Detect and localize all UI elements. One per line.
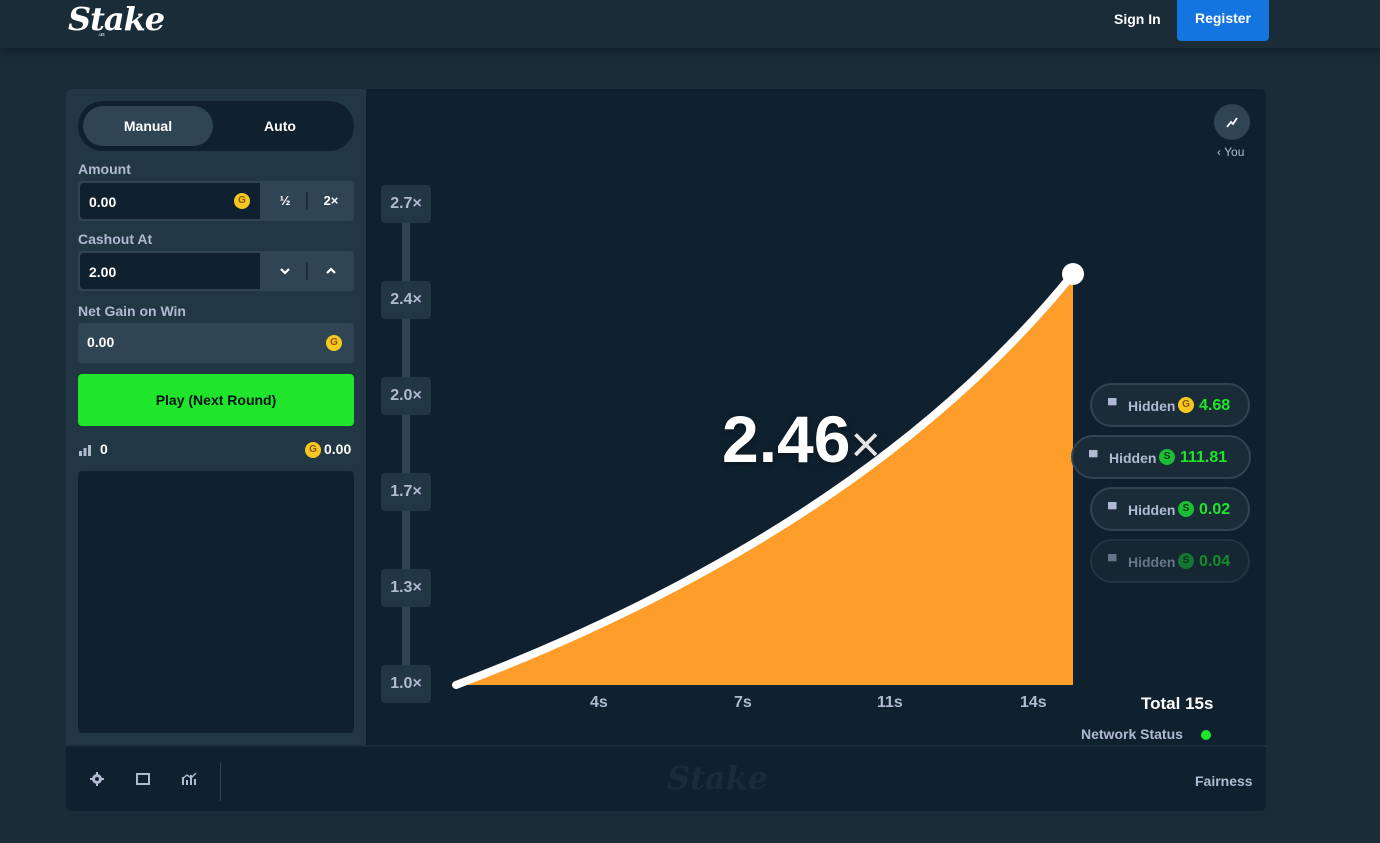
player-amount: 4.68 (1199, 397, 1231, 414)
x-tick: 7s (734, 694, 752, 711)
network-status-dot (1201, 730, 1211, 740)
tab-manual[interactable]: Manual (83, 106, 213, 146)
footer-divider (220, 763, 221, 801)
stake-logo[interactable]: Stake (68, 0, 165, 38)
decrease-button[interactable] (262, 251, 308, 291)
hidden-icon: ▀ (1108, 502, 1117, 516)
x-tick: 4s (590, 694, 608, 711)
x-tick: 14s (1020, 694, 1047, 711)
player-name: Hidden (1109, 450, 1157, 466)
amount-input[interactable]: 0.00 G (80, 183, 260, 219)
bet-sidebar: Manual Auto Amount 0.00 G ½ 2× Cashout A… (66, 89, 366, 745)
bet-mode-tabs: Manual Auto (78, 101, 354, 151)
chevron-down-icon (280, 268, 290, 275)
current-multiplier: 2.46× (722, 401, 881, 477)
player-amount: 0.02 (1199, 501, 1231, 518)
player-name: Hidden (1128, 398, 1176, 414)
cashout-label: Cashout At (78, 231, 153, 247)
cashout-field: 2.00 (78, 251, 354, 291)
top-bar: Stake .us Sign In Register (0, 0, 1380, 48)
sweeps-coin-icon: S (1159, 449, 1175, 465)
netgain-label: Net Gain on Win (78, 303, 186, 319)
gold-coin-icon: G (326, 335, 342, 351)
total-time: Total 15s (1141, 694, 1214, 713)
sweeps-coin-icon: S (1178, 501, 1194, 517)
hidden-icon: ▀ (1089, 450, 1098, 464)
chevron-up-icon (326, 267, 336, 274)
amount-label: Amount (78, 161, 131, 177)
multiplier-suffix: × (850, 416, 881, 474)
players-icon (79, 445, 91, 456)
total-bet: 0.00 (324, 441, 352, 457)
game-panel: Manual Auto Amount 0.00 G ½ 2× Cashout A… (66, 89, 1266, 811)
theatre-mode-icon[interactable] (135, 771, 151, 787)
play-button[interactable]: Play (Next Round) (78, 374, 354, 426)
fairness-link[interactable]: Fairness (1195, 773, 1253, 789)
bets-summary: 0 G 0.00 (78, 441, 354, 461)
curve-area (456, 274, 1073, 685)
double-button[interactable]: 2× (308, 181, 354, 221)
tab-auto[interactable]: Auto (215, 106, 345, 146)
logo-sub: .us (98, 32, 105, 38)
gold-coin-icon: G (305, 442, 321, 458)
sweeps-coin-icon: S (1178, 553, 1194, 569)
players-count: 0 (100, 441, 108, 457)
amount-field: 0.00 G ½ 2× (78, 181, 354, 221)
multiplier-value: 2.46 (722, 402, 851, 476)
cashout-value: 2.00 (89, 264, 117, 280)
amount-value: 0.00 (89, 194, 117, 210)
netgain-field: 0.00 G (78, 323, 354, 363)
x-tick: 11s (877, 694, 903, 711)
player-amount: 111.81 (1180, 449, 1228, 466)
crash-chart: ‹ You 2.7× 2.4× 2.0× 1.7× 1.3× 1.0× 2.46… (366, 89, 1266, 745)
gear-icon[interactable] (89, 771, 105, 787)
gold-coin-icon: G (1178, 397, 1194, 413)
stats-icon[interactable] (181, 771, 197, 787)
register-button[interactable]: Register (1177, 0, 1269, 41)
half-button[interactable]: ½ (262, 181, 308, 221)
cashout-input[interactable]: 2.00 (80, 253, 260, 289)
player-pill: ▀ Hidden S 0.02 (1090, 487, 1250, 531)
player-name: Hidden (1128, 554, 1176, 570)
game-footer: Stake Fairness (66, 745, 1266, 811)
increase-button[interactable] (308, 251, 354, 291)
player-pill: ▀ Hidden G 4.68 (1090, 383, 1250, 427)
gold-coin-icon: G (234, 193, 250, 209)
hidden-icon: ▀ (1108, 554, 1117, 568)
curve-head (1062, 263, 1084, 285)
player-amount: 0.04 (1199, 553, 1231, 570)
netgain-value: 0.00 (87, 334, 115, 350)
bets-list (78, 471, 354, 733)
sign-in-button[interactable]: Sign In (1114, 11, 1161, 27)
stake-watermark: Stake (667, 759, 769, 797)
hidden-icon: ▀ (1108, 398, 1117, 412)
player-name: Hidden (1128, 502, 1176, 518)
player-pill: ▀ Hidden S 111.81 (1071, 435, 1251, 479)
network-status-label: Network Status (1081, 726, 1183, 742)
player-pill: ▀ Hidden S 0.04 (1090, 539, 1250, 583)
